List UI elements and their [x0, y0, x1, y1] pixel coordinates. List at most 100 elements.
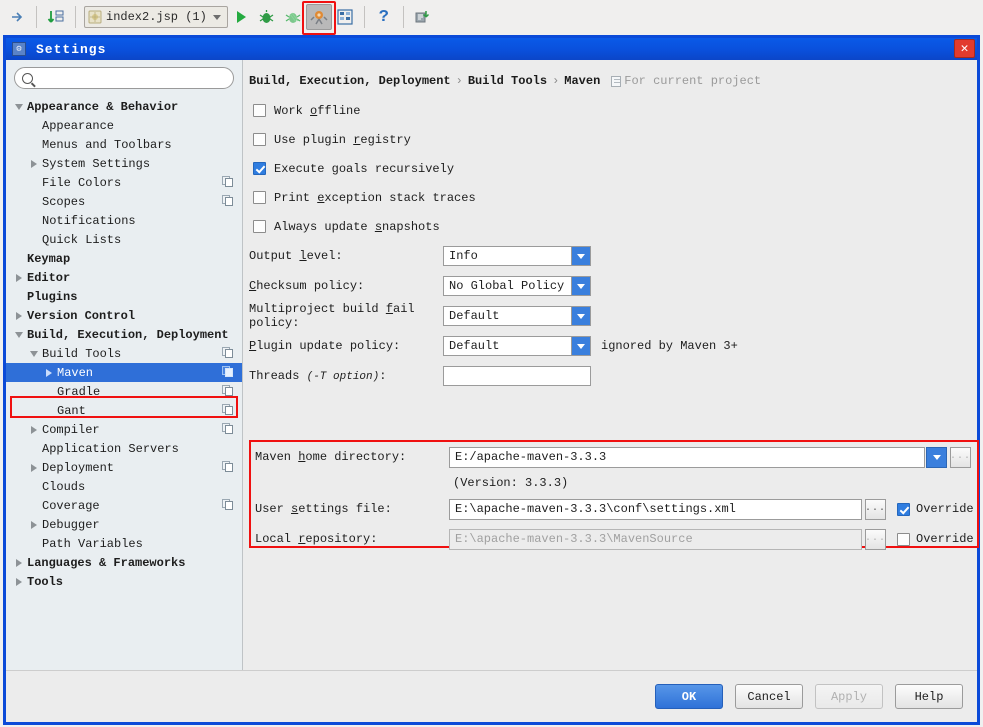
chevron-right-icon[interactable] [12, 309, 25, 322]
sidebar-item-appearance[interactable]: Appearance [6, 116, 242, 135]
sidebar-item-plugins[interactable]: Plugins [6, 287, 242, 306]
chevron-right-icon[interactable] [12, 556, 25, 569]
help-button[interactable]: Help [895, 684, 963, 709]
sidebar-item-menus-and-toolbars[interactable]: Menus and Toolbars [6, 135, 242, 154]
sidebar-item-label: Gradle [57, 384, 101, 399]
checkbox-row-use-plugin-registry[interactable]: Use plugin registry [243, 125, 977, 154]
local-repository-override-checkbox[interactable] [897, 532, 910, 546]
project-structure-button[interactable] [332, 4, 358, 30]
sidebar-item-file-colors[interactable]: File Colors [6, 173, 242, 192]
sidebar-item-languages-frameworks[interactable]: Languages & Frameworks [6, 553, 242, 572]
copy-settings-icon[interactable] [222, 404, 233, 416]
chevron-down-icon[interactable] [571, 307, 590, 325]
sidebar-item-path-variables[interactable]: Path Variables [6, 534, 242, 553]
checkbox-use-plugin-registry[interactable] [253, 133, 266, 146]
field-row-checksum-policy: Checksum policy: No Global Policy [243, 271, 977, 301]
sidebar-item-deployment[interactable]: Deployment [6, 458, 242, 477]
checkbox-row-print-exception-stack-traces[interactable]: Print exception stack traces [243, 183, 977, 212]
copy-settings-icon[interactable] [222, 423, 233, 435]
checkbox-execute-goals-recursively[interactable] [253, 162, 266, 175]
chevron-down-icon[interactable] [27, 347, 40, 360]
chevron-down-icon[interactable] [12, 328, 25, 341]
chevron-down-icon[interactable] [571, 277, 590, 295]
sort-numeric-button[interactable] [43, 4, 69, 30]
sidebar-item-compiler[interactable]: Compiler [6, 420, 242, 439]
output-level-select[interactable]: Info [443, 246, 591, 266]
run-configuration-selector[interactable]: index2.jsp (1) [84, 6, 228, 28]
ok-button[interactable]: OK [655, 684, 723, 709]
sidebar-item-tools[interactable]: Tools [6, 572, 242, 591]
help-button[interactable]: ? [371, 4, 397, 30]
sidebar-item-clouds[interactable]: Clouds [6, 477, 242, 496]
sidebar-item-maven[interactable]: Maven [6, 363, 242, 382]
sidebar-item-build-tools[interactable]: Build Tools [6, 344, 242, 363]
copy-settings-icon[interactable] [222, 499, 233, 511]
sidebar-item-editor[interactable]: Editor [6, 268, 242, 287]
copy-settings-icon[interactable] [222, 366, 233, 378]
search-box[interactable] [14, 67, 234, 89]
copy-settings-icon[interactable] [222, 176, 233, 188]
chevron-right-icon[interactable] [27, 461, 40, 474]
chevron-down-icon[interactable] [212, 14, 221, 20]
user-settings-browse-button[interactable]: ... [865, 498, 886, 520]
chevron-right-icon[interactable] [27, 423, 40, 436]
sidebar-item-label: Appearance & Behavior [27, 99, 179, 114]
close-button[interactable]: ✕ [954, 39, 975, 58]
multiproject-select[interactable]: Default [443, 306, 591, 326]
chevron-right-icon[interactable] [12, 271, 25, 284]
chevron-down-icon[interactable] [571, 247, 590, 265]
sidebar-item-quick-lists[interactable]: Quick Lists [6, 230, 242, 249]
checksum-policy-select[interactable]: No Global Policy [443, 276, 591, 296]
user-settings-override-checkbox[interactable] [897, 502, 910, 516]
local-repository-override-wrapper[interactable]: Override [897, 532, 974, 546]
sidebar-item-scopes[interactable]: Scopes [6, 192, 242, 211]
settings-tree[interactable]: Appearance & Behavior Appearance Menus and… [6, 95, 242, 698]
sidebar-item-system-settings[interactable]: System Settings [6, 154, 242, 173]
breadcrumb-part-1[interactable]: Build, Execution, Deployment [249, 74, 451, 88]
checkbox-always-update-snapshots[interactable] [253, 220, 266, 233]
checkbox-work-offline[interactable] [253, 104, 266, 117]
copy-settings-icon[interactable] [222, 385, 233, 397]
sidebar-item-version-control[interactable]: Version Control [6, 306, 242, 325]
checkbox-print-exception-stack-traces[interactable] [253, 191, 266, 204]
checkbox-row-work-offline[interactable]: Work offline [243, 96, 977, 125]
maven-home-highlight-region: Maven home directory: E:/apache-maven-3.… [249, 440, 979, 550]
debug-button[interactable] [254, 4, 280, 30]
chevron-right-icon[interactable] [12, 575, 25, 588]
sidebar-item-keymap[interactable]: Keymap [6, 249, 242, 268]
maven-home-browse-button[interactable]: ... [950, 446, 971, 468]
sidebar-item-build-execution-deployment[interactable]: Build, Execution, Deployment [6, 325, 242, 344]
update-project-button[interactable] [410, 4, 436, 30]
chevron-down-icon[interactable] [571, 337, 590, 355]
run-button[interactable] [228, 4, 254, 30]
sidebar-item-gradle[interactable]: Gradle [6, 382, 242, 401]
chevron-right-icon[interactable] [27, 157, 40, 170]
cancel-button[interactable]: Cancel [735, 684, 803, 709]
copy-settings-icon[interactable] [222, 347, 233, 359]
sidebar-item-coverage[interactable]: Coverage [6, 496, 242, 515]
settings-button[interactable] [301, 1, 336, 35]
user-settings-override-wrapper[interactable]: Override [897, 502, 974, 516]
chevron-down-icon[interactable] [12, 100, 25, 113]
maven-home-dropdown-button[interactable] [926, 446, 947, 468]
sidebar-item-debugger[interactable]: Debugger [6, 515, 242, 534]
sidebar-item-gant[interactable]: Gant [6, 401, 242, 420]
checkbox-row-execute-goals-recursively[interactable]: Execute goals recursively [243, 154, 977, 183]
sidebar-item-notifications[interactable]: Notifications [6, 211, 242, 230]
copy-settings-icon[interactable] [222, 195, 233, 207]
run-with-coverage-button[interactable] [280, 4, 306, 30]
copy-settings-icon[interactable] [222, 461, 233, 473]
chevron-right-icon[interactable] [27, 518, 40, 531]
sidebar-item-application-servers[interactable]: Application Servers [6, 439, 242, 458]
chevron-right-icon[interactable] [42, 366, 55, 379]
maven-home-directory-input[interactable]: E:/apache-maven-3.3.3 [449, 446, 925, 468]
threads-input[interactable] [443, 366, 591, 386]
nav-forward-button[interactable] [4, 4, 30, 30]
user-settings-file-input[interactable]: E:\apache-maven-3.3.3\conf\settings.xml [449, 498, 862, 520]
search-input[interactable] [38, 69, 225, 87]
breadcrumb-part-2[interactable]: Build Tools [468, 74, 547, 88]
checkbox-row-always-update-snapshots[interactable]: Always update snapshots [243, 212, 977, 241]
sidebar-item-appearance-behavior[interactable]: Appearance & Behavior [6, 97, 242, 116]
plugin-update-select[interactable]: Default [443, 336, 591, 356]
